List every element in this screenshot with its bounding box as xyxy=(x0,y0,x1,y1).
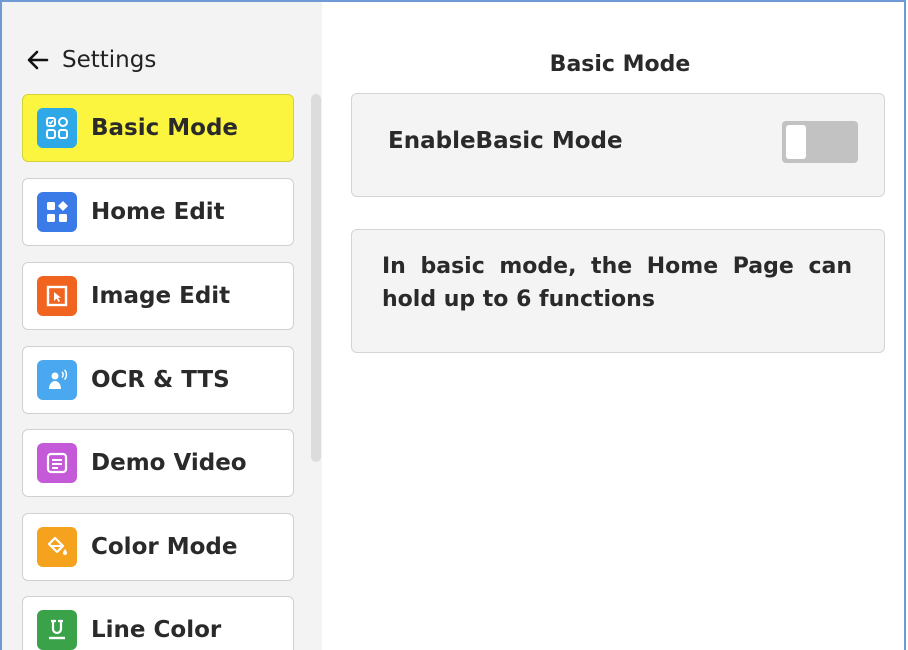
sidebar-item-label: Demo Video xyxy=(91,450,247,476)
home-grid-icon xyxy=(37,192,77,232)
person-speak-icon xyxy=(37,360,77,400)
sidebar-item-image-edit[interactable]: Image Edit xyxy=(22,262,294,330)
arrow-left-icon xyxy=(27,50,49,70)
sidebar-item-basic-mode[interactable]: Basic Mode xyxy=(22,94,294,162)
grid-check-icon xyxy=(37,108,77,148)
sidebar-item-label: OCR & TTS xyxy=(91,367,230,393)
sidebar-item-ocr-tts[interactable]: OCR & TTS xyxy=(22,346,294,414)
underline-icon xyxy=(37,610,77,650)
image-frame-icon xyxy=(37,276,77,316)
back-button[interactable]: Settings xyxy=(26,40,156,80)
back-label: Settings xyxy=(62,47,157,73)
info-card: In basic mode, the Home Page can hold up… xyxy=(351,229,885,353)
sidebar-item-label: Image Edit xyxy=(91,283,231,309)
settings-sidebar: Settings Basic Mode Home Edit Image Edit… xyxy=(2,2,322,650)
paint-bucket-icon xyxy=(37,527,77,567)
toggle-label: EnableBasic Mode xyxy=(388,128,623,154)
sidebar-item-label: Home Edit xyxy=(91,199,225,225)
sidebar-item-line-color[interactable]: Line Color xyxy=(22,596,294,650)
basic-mode-toggle-card: EnableBasic Mode xyxy=(351,93,885,197)
sidebar-item-home-edit[interactable]: Home Edit xyxy=(22,178,294,246)
sidebar-item-label: Basic Mode xyxy=(91,115,239,141)
sidebar-item-label: Color Mode xyxy=(91,534,238,560)
page-title: Basic Mode xyxy=(549,52,691,77)
sidebar-scrollbar[interactable] xyxy=(311,94,321,462)
sidebar-item-color-mode[interactable]: Color Mode xyxy=(22,513,294,581)
sidebar-item-demo-video[interactable]: Demo Video xyxy=(22,429,294,497)
info-text: In basic mode, the Home Page can hold up… xyxy=(382,254,852,312)
toggle-knob xyxy=(786,125,806,159)
document-lines-icon xyxy=(37,443,77,483)
sidebar-item-label: Line Color xyxy=(91,617,222,643)
basic-mode-toggle[interactable] xyxy=(782,121,858,163)
